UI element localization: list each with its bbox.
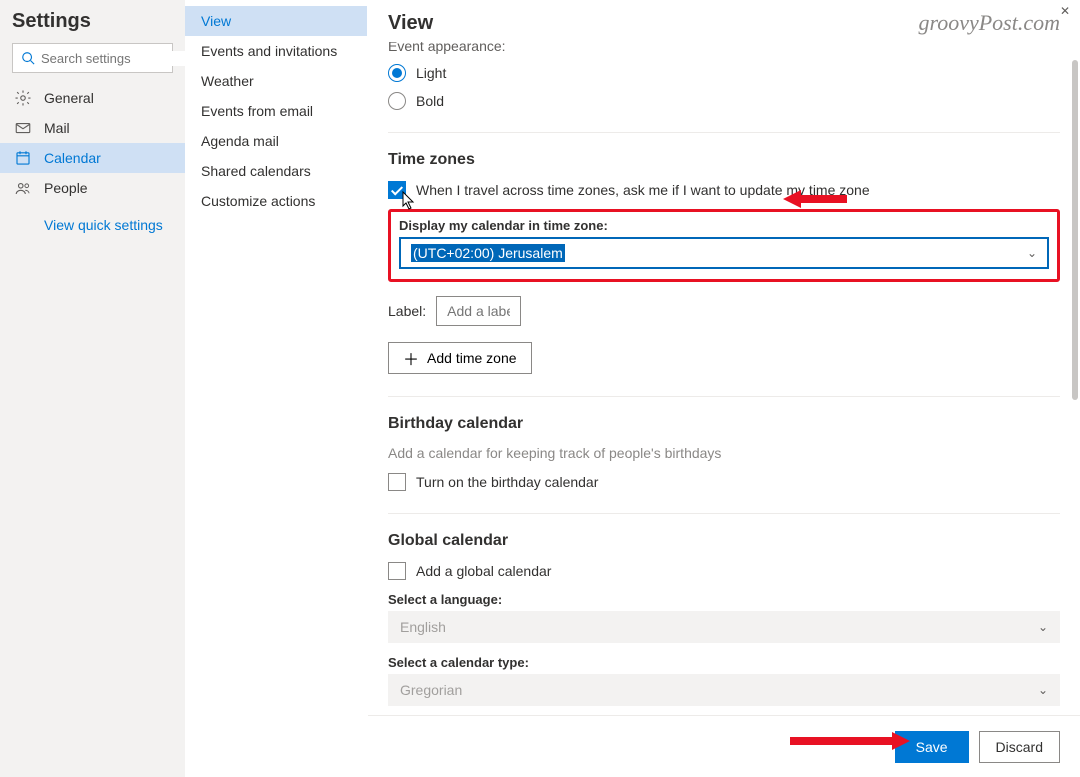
appearance-option-bold[interactable]: Bold bbox=[388, 92, 1060, 110]
checkbox-icon bbox=[388, 181, 406, 199]
subnav-item-view[interactable]: View bbox=[185, 6, 367, 36]
language-value: English bbox=[400, 619, 446, 635]
sidebar-item-mail[interactable]: Mail bbox=[0, 113, 185, 143]
plus-icon: ＋ bbox=[403, 346, 419, 370]
checkbox-label: Add a global calendar bbox=[416, 563, 551, 579]
chevron-down-icon: ⌄ bbox=[1038, 620, 1048, 634]
footer-bar: Save Discard bbox=[368, 715, 1080, 777]
tz-label-input[interactable] bbox=[436, 296, 521, 326]
checkbox-label: When I travel across time zones, ask me … bbox=[416, 182, 870, 198]
calendar-subnav: View Events and invitations Weather Even… bbox=[185, 0, 368, 777]
subnav-item-agenda-mail[interactable]: Agenda mail bbox=[185, 126, 367, 156]
scrollbar-thumb[interactable] bbox=[1072, 60, 1078, 400]
sidebar-item-label: People bbox=[44, 180, 88, 196]
content-pane: ✕ View groovyPost.com Event appearance: … bbox=[368, 0, 1080, 777]
birthday-checkbox-row[interactable]: Turn on the birthday calendar bbox=[388, 473, 1060, 491]
button-label: Add time zone bbox=[427, 350, 517, 366]
checkbox-icon bbox=[388, 473, 406, 491]
gear-icon bbox=[14, 89, 32, 107]
checkbox-label: Turn on the birthday calendar bbox=[416, 474, 598, 490]
caltype-label: Select a calendar type: bbox=[388, 655, 1060, 670]
subnav-item-shared-calendars[interactable]: Shared calendars bbox=[185, 156, 367, 186]
radio-icon bbox=[388, 64, 406, 82]
subnav-item-weather[interactable]: Weather bbox=[185, 66, 367, 96]
section-heading: Birthday calendar bbox=[388, 415, 1060, 433]
sidebar-item-general[interactable]: General bbox=[0, 83, 185, 113]
global-section: Global calendar Add a global calendar Se… bbox=[388, 514, 1060, 706]
subnav-item-customize-actions[interactable]: Customize actions bbox=[185, 186, 367, 216]
appearance-option-light[interactable]: Light bbox=[388, 64, 1060, 82]
watermark-text: groovyPost.com bbox=[918, 10, 1060, 36]
discard-button[interactable]: Discard bbox=[979, 731, 1060, 763]
timezone-highlight-box: Display my calendar in time zone: (UTC+0… bbox=[388, 209, 1060, 282]
view-quick-settings-link[interactable]: View quick settings bbox=[0, 203, 185, 233]
search-settings-input[interactable] bbox=[12, 43, 173, 73]
checkbox-icon bbox=[388, 562, 406, 580]
subnav-item-events-invitations[interactable]: Events and invitations bbox=[185, 36, 367, 66]
global-checkbox-row[interactable]: Add a global calendar bbox=[388, 562, 1060, 580]
calendar-icon bbox=[14, 149, 32, 167]
timezones-section: Time zones When I travel across time zon… bbox=[388, 133, 1060, 374]
timezone-selected-value: (UTC+02:00) Jerusalem bbox=[411, 244, 565, 262]
radio-icon bbox=[388, 92, 406, 110]
option-label: Light bbox=[416, 65, 446, 81]
sidebar-item-label: Calendar bbox=[44, 150, 101, 166]
caltype-value: Gregorian bbox=[400, 682, 462, 698]
sidebar-item-label: Mail bbox=[44, 120, 70, 136]
section-heading: Time zones bbox=[388, 151, 1060, 169]
tz-label-label: Label: bbox=[388, 303, 426, 319]
language-select: English ⌄ bbox=[388, 611, 1060, 643]
sidebar-item-calendar[interactable]: Calendar bbox=[0, 143, 185, 173]
settings-title: Settings bbox=[0, 10, 185, 43]
birthday-section: Birthday calendar Add a calendar for kee… bbox=[388, 397, 1060, 491]
mail-icon bbox=[14, 119, 32, 137]
subnav-item-events-from-email[interactable]: Events from email bbox=[185, 96, 367, 126]
chevron-down-icon: ⌄ bbox=[1027, 246, 1037, 260]
sidebar-item-people[interactable]: People bbox=[0, 173, 185, 203]
search-icon bbox=[21, 51, 35, 65]
event-appearance-label: Event appearance: bbox=[388, 42, 1060, 54]
display-tz-label: Display my calendar in time zone: bbox=[399, 218, 1049, 233]
add-timezone-button[interactable]: ＋ Add time zone bbox=[388, 342, 532, 374]
save-button[interactable]: Save bbox=[895, 731, 969, 763]
chevron-down-icon: ⌄ bbox=[1038, 683, 1048, 697]
close-icon[interactable]: ✕ bbox=[1060, 4, 1070, 18]
section-subtext: Add a calendar for keeping track of peop… bbox=[388, 445, 1060, 461]
page-title: View bbox=[388, 12, 433, 35]
travel-timezone-checkbox-row[interactable]: When I travel across time zones, ask me … bbox=[388, 181, 1060, 199]
timezone-select[interactable]: (UTC+02:00) Jerusalem ⌄ bbox=[399, 237, 1049, 269]
people-icon bbox=[14, 179, 32, 197]
language-label: Select a language: bbox=[388, 592, 1060, 607]
option-label: Bold bbox=[416, 93, 444, 109]
section-heading: Global calendar bbox=[388, 532, 1060, 550]
settings-sidebar: Settings General Mail Calendar People Vi… bbox=[0, 0, 185, 777]
caltype-select: Gregorian ⌄ bbox=[388, 674, 1060, 706]
sidebar-item-label: General bbox=[44, 90, 94, 106]
